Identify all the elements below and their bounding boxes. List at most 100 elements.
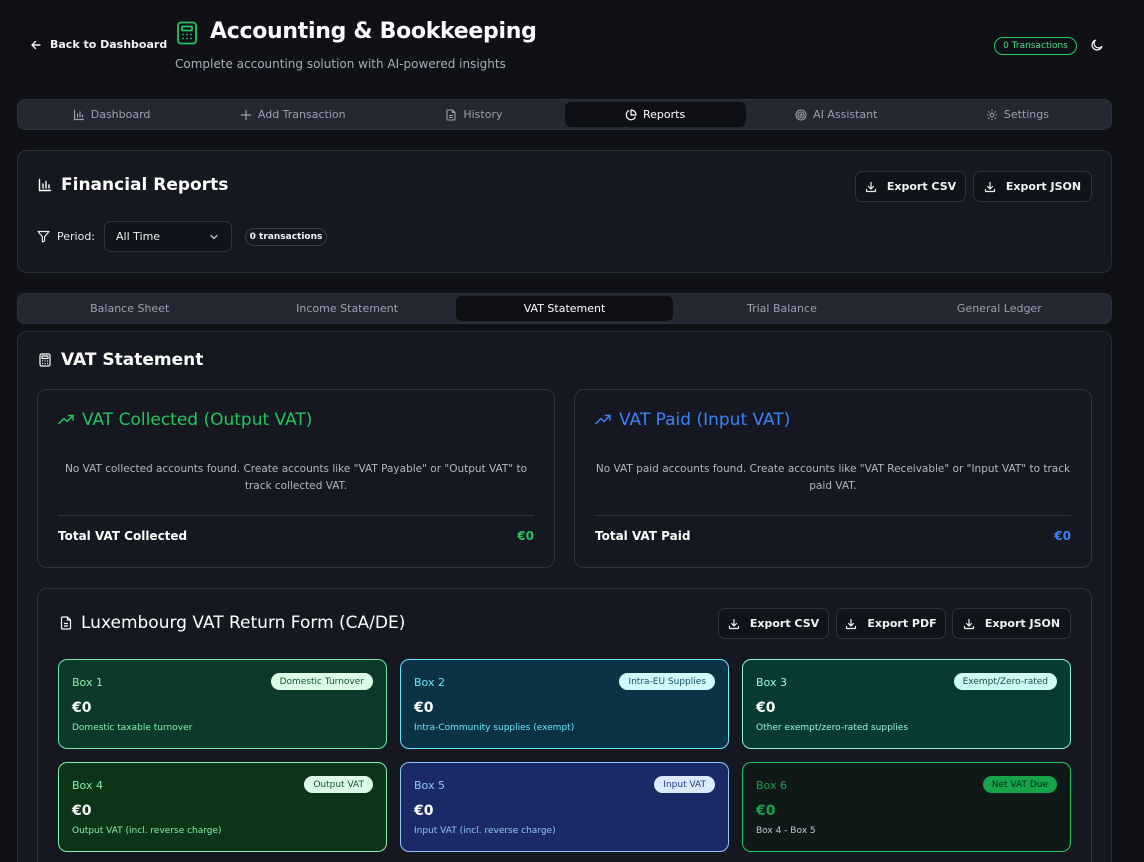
lux-export-csv-button[interactable]: Export CSV bbox=[718, 608, 829, 639]
lux-export-json-button[interactable]: Export JSON bbox=[952, 608, 1071, 639]
box-value: €0 bbox=[756, 803, 776, 819]
tab-label: History bbox=[463, 108, 503, 121]
tab-history[interactable]: History bbox=[383, 102, 564, 127]
tab-reports[interactable]: Reports bbox=[564, 102, 746, 127]
total-vat-paid-value: €0 bbox=[1054, 529, 1071, 543]
box-value: €0 bbox=[414, 700, 434, 716]
period-filter-label: Period: bbox=[37, 230, 95, 243]
tab-label: Settings bbox=[1003, 108, 1049, 121]
moon-icon[interactable] bbox=[1090, 38, 1104, 52]
pie-chart-icon bbox=[625, 108, 637, 120]
calculator-icon bbox=[177, 21, 197, 45]
period-label-text: Period: bbox=[57, 230, 96, 243]
tab-trial-balance[interactable]: Trial Balance bbox=[673, 296, 890, 321]
box-label: Box 6 bbox=[756, 779, 787, 792]
vat-collected-empty-message: No VAT collected accounts found. Create … bbox=[64, 463, 528, 492]
financial-reports-heading: Financial Reports bbox=[38, 175, 228, 195]
box-value: €0 bbox=[72, 803, 92, 819]
divider bbox=[58, 515, 534, 516]
download-icon bbox=[963, 618, 975, 629]
box-description: Output VAT (incl. reverse charge) bbox=[72, 826, 222, 836]
page-title: Accounting & Bookkeeping bbox=[210, 19, 537, 44]
period-select[interactable]: All Time bbox=[104, 221, 232, 252]
export-csv-button[interactable]: Export CSV bbox=[855, 171, 966, 202]
box-value: €0 bbox=[414, 803, 434, 819]
tab-income-statement[interactable]: Income Statement bbox=[238, 296, 455, 321]
export-csv-label: Export CSV bbox=[886, 180, 957, 193]
vat-box-1: Box 1 Domestic Turnover €0 Domestic taxa… bbox=[58, 659, 387, 749]
export-json-button[interactable]: Export JSON bbox=[973, 171, 1092, 202]
target-icon bbox=[795, 108, 807, 121]
chevron-down-icon bbox=[210, 234, 218, 239]
box-label: Box 5 bbox=[414, 779, 445, 792]
export-json-label: Export JSON bbox=[1005, 180, 1082, 193]
tab-label: AI Assistant bbox=[813, 108, 878, 121]
vat-box-2: Box 2 Intra-EU Supplies €0 Intra-Communi… bbox=[400, 659, 729, 749]
download-icon bbox=[846, 618, 857, 629]
box-badge: Domestic Turnover bbox=[270, 673, 373, 690]
luxembourg-vat-form-heading: Luxembourg VAT Return Form (CA/DE) bbox=[59, 613, 405, 633]
vat-paid-card: VAT Paid (Input VAT) No VAT paid account… bbox=[574, 389, 1092, 568]
tab-label: Reports bbox=[643, 108, 686, 121]
vat-collected-title: VAT Collected (Output VAT) bbox=[82, 410, 313, 430]
box-value: €0 bbox=[72, 700, 92, 716]
box-description: Input VAT (incl. reverse charge) bbox=[414, 826, 556, 836]
vat-statement-title: VAT Statement bbox=[61, 350, 204, 370]
box-label: Box 2 bbox=[414, 676, 445, 689]
vat-collected-card: VAT Collected (Output VAT) No VAT collec… bbox=[37, 389, 555, 568]
box-label: Box 4 bbox=[72, 779, 103, 792]
lux-export-pdf-button[interactable]: Export PDF bbox=[836, 608, 946, 639]
transactions-badge: 0 Transactions bbox=[994, 37, 1077, 55]
total-vat-collected-value: €0 bbox=[517, 529, 534, 543]
vat-box-6: Box 6 Net VAT Due €0 Box 4 - Box 5 bbox=[742, 762, 1071, 852]
lux-export-csv-label: Export CSV bbox=[749, 617, 820, 630]
filter-icon bbox=[37, 230, 50, 243]
vat-box-4: Box 4 Output VAT €0 Output VAT (incl. re… bbox=[58, 762, 387, 852]
tab-label: Add Transaction bbox=[257, 108, 346, 121]
box-badge: Exempt/Zero-rated bbox=[953, 673, 1057, 690]
vat-box-5: Box 5 Input VAT €0 Input VAT (incl. reve… bbox=[400, 762, 729, 852]
vat-collected-heading: VAT Collected (Output VAT) bbox=[58, 410, 312, 430]
calculator-icon bbox=[39, 353, 51, 367]
total-vat-paid-label: Total VAT Paid bbox=[595, 529, 691, 543]
download-icon bbox=[984, 181, 996, 192]
tab-label: Dashboard bbox=[90, 108, 151, 121]
total-vat-collected-label: Total VAT Collected bbox=[58, 529, 188, 543]
box-description: Other exempt/zero-rated supplies bbox=[756, 723, 909, 733]
lux-export-json-label: Export JSON bbox=[984, 617, 1061, 630]
report-tab-bar: Balance Sheet Income Statement VAT State… bbox=[17, 293, 1112, 324]
bar-chart-icon bbox=[38, 178, 52, 192]
file-icon bbox=[446, 108, 456, 121]
tab-dashboard[interactable]: Dashboard bbox=[21, 102, 202, 127]
main-tab-bar: Dashboard Add Transaction History Report… bbox=[17, 99, 1112, 130]
arrow-left-icon bbox=[31, 40, 41, 49]
period-select-value: All Time bbox=[116, 230, 161, 243]
vat-paid-heading: VAT Paid (Input VAT) bbox=[595, 410, 790, 430]
vat-paid-empty-message: No VAT paid accounts found. Create accou… bbox=[595, 463, 1071, 492]
financial-reports-title: Financial Reports bbox=[61, 175, 229, 195]
box-badge: Net VAT Due bbox=[982, 776, 1057, 793]
box-value: €0 bbox=[756, 700, 776, 716]
file-text-icon bbox=[60, 616, 72, 630]
financial-reports-card bbox=[17, 150, 1112, 273]
luxembourg-vat-form-title: Luxembourg VAT Return Form (CA/DE) bbox=[81, 613, 406, 633]
back-to-dashboard-link[interactable]: Back to Dashboard bbox=[30, 38, 167, 51]
page-subtitle: Complete accounting solution with AI-pow… bbox=[175, 57, 506, 71]
tab-general-ledger[interactable]: General Ledger bbox=[891, 296, 1108, 321]
vat-statement-heading: VAT Statement bbox=[38, 350, 203, 370]
box-description: Domestic taxable turnover bbox=[72, 723, 193, 733]
box-label: Box 1 bbox=[72, 676, 103, 689]
tab-balance-sheet[interactable]: Balance Sheet bbox=[21, 296, 238, 321]
box-description: Intra-Community supplies (exempt) bbox=[414, 723, 575, 733]
lux-export-pdf-label: Export PDF bbox=[867, 617, 937, 630]
trending-up-icon bbox=[595, 414, 611, 425]
tab-settings[interactable]: Settings bbox=[927, 102, 1108, 127]
trending-up-icon bbox=[58, 414, 74, 425]
tab-ai-assistant[interactable]: AI Assistant bbox=[746, 102, 927, 127]
box-description: Box 4 - Box 5 bbox=[756, 826, 816, 836]
tab-vat-statement[interactable]: VAT Statement bbox=[455, 296, 674, 321]
box-badge: Intra-EU Supplies bbox=[619, 673, 715, 690]
box-badge: Input VAT bbox=[654, 776, 715, 793]
tab-add-transaction[interactable]: Add Transaction bbox=[202, 102, 383, 127]
back-to-dashboard-label: Back to Dashboard bbox=[50, 38, 168, 51]
